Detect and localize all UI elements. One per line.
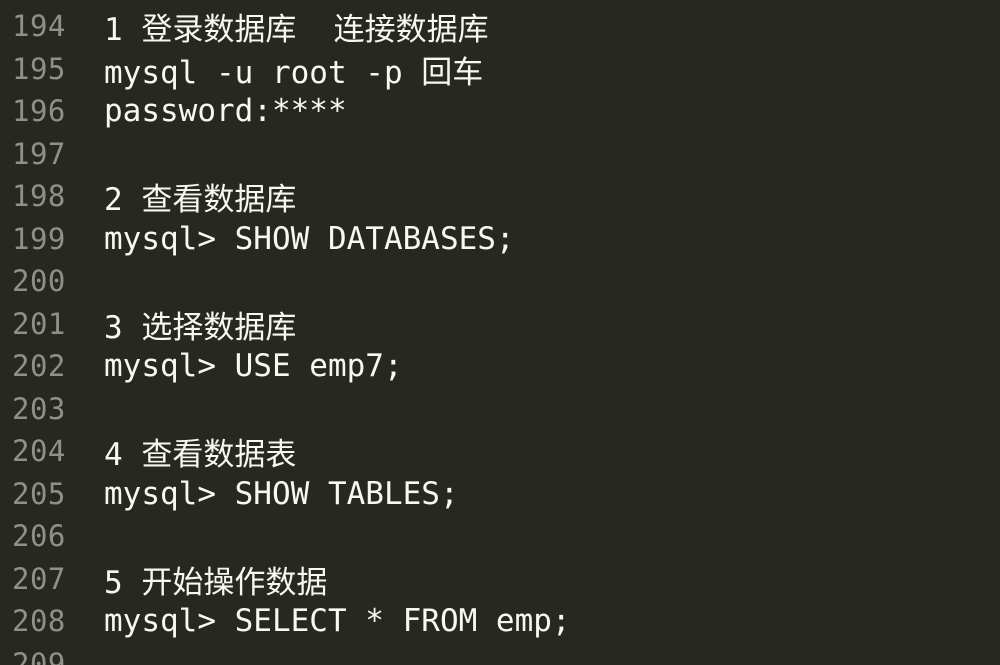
line-text[interactable]: mysql> SELECT * FROM emp; <box>88 603 571 639</box>
code-line[interactable]: 196 password:**** <box>0 90 1000 132</box>
line-number: 207 <box>12 562 66 596</box>
line-number: 195 <box>12 52 66 86</box>
line-number: 206 <box>12 519 66 553</box>
line-text[interactable]: mysql -u root -p 回车 <box>88 47 483 92</box>
code-line[interactable]: 200 <box>0 260 1000 302</box>
line-text[interactable]: 1 登录数据库 连接数据库 <box>88 4 489 49</box>
code-line[interactable]: 203 <box>0 388 1000 430</box>
code-line[interactable]: 195 mysql -u root -p 回车 <box>0 47 1000 92</box>
line-number: 209 <box>12 647 66 665</box>
line-text[interactable]: 3 选择数据库 <box>88 302 296 347</box>
line-number: 194 <box>12 9 66 43</box>
code-line[interactable]: 205 mysql> SHOW TABLES; <box>0 473 1000 515</box>
code-line[interactable]: 197 <box>0 133 1000 175</box>
line-number: 202 <box>12 349 66 383</box>
line-number: 199 <box>12 222 66 256</box>
code-line[interactable]: 202 mysql> USE emp7; <box>0 345 1000 387</box>
line-number: 200 <box>12 264 66 298</box>
line-text[interactable]: mysql> SHOW TABLES; <box>88 476 459 512</box>
line-number: 205 <box>12 477 66 511</box>
line-text[interactable]: mysql> SHOW DATABASES; <box>88 221 515 257</box>
code-line[interactable]: 209 <box>0 643 1000 665</box>
code-line[interactable]: 194 1 登录数据库 连接数据库 <box>0 4 1000 49</box>
line-number: 197 <box>12 137 66 171</box>
line-number: 204 <box>12 434 66 468</box>
line-text[interactable]: mysql> USE emp7; <box>88 348 403 384</box>
line-text[interactable]: password:**** <box>88 93 347 129</box>
line-number: 196 <box>12 94 66 128</box>
line-number: 201 <box>12 307 66 341</box>
code-line[interactable]: 207 5 开始操作数据 <box>0 557 1000 602</box>
code-line[interactable]: 198 2 查看数据库 <box>0 174 1000 219</box>
code-line[interactable]: 206 <box>0 515 1000 557</box>
line-text[interactable]: 2 查看数据库 <box>88 174 296 219</box>
code-line[interactable]: 199 mysql> SHOW DATABASES; <box>0 218 1000 260</box>
line-text[interactable]: 5 开始操作数据 <box>88 557 327 602</box>
line-number: 198 <box>12 179 66 213</box>
line-number: 203 <box>12 392 66 426</box>
line-text[interactable]: 4 查看数据表 <box>88 429 296 474</box>
code-line[interactable]: 204 4 查看数据表 <box>0 429 1000 474</box>
code-line[interactable]: 201 3 选择数据库 <box>0 302 1000 347</box>
code-line[interactable]: 208 mysql> SELECT * FROM emp; <box>0 600 1000 642</box>
line-number: 208 <box>12 604 66 638</box>
code-editor[interactable]: 194 1 登录数据库 连接数据库 195 mysql -u root -p 回… <box>0 0 1000 665</box>
